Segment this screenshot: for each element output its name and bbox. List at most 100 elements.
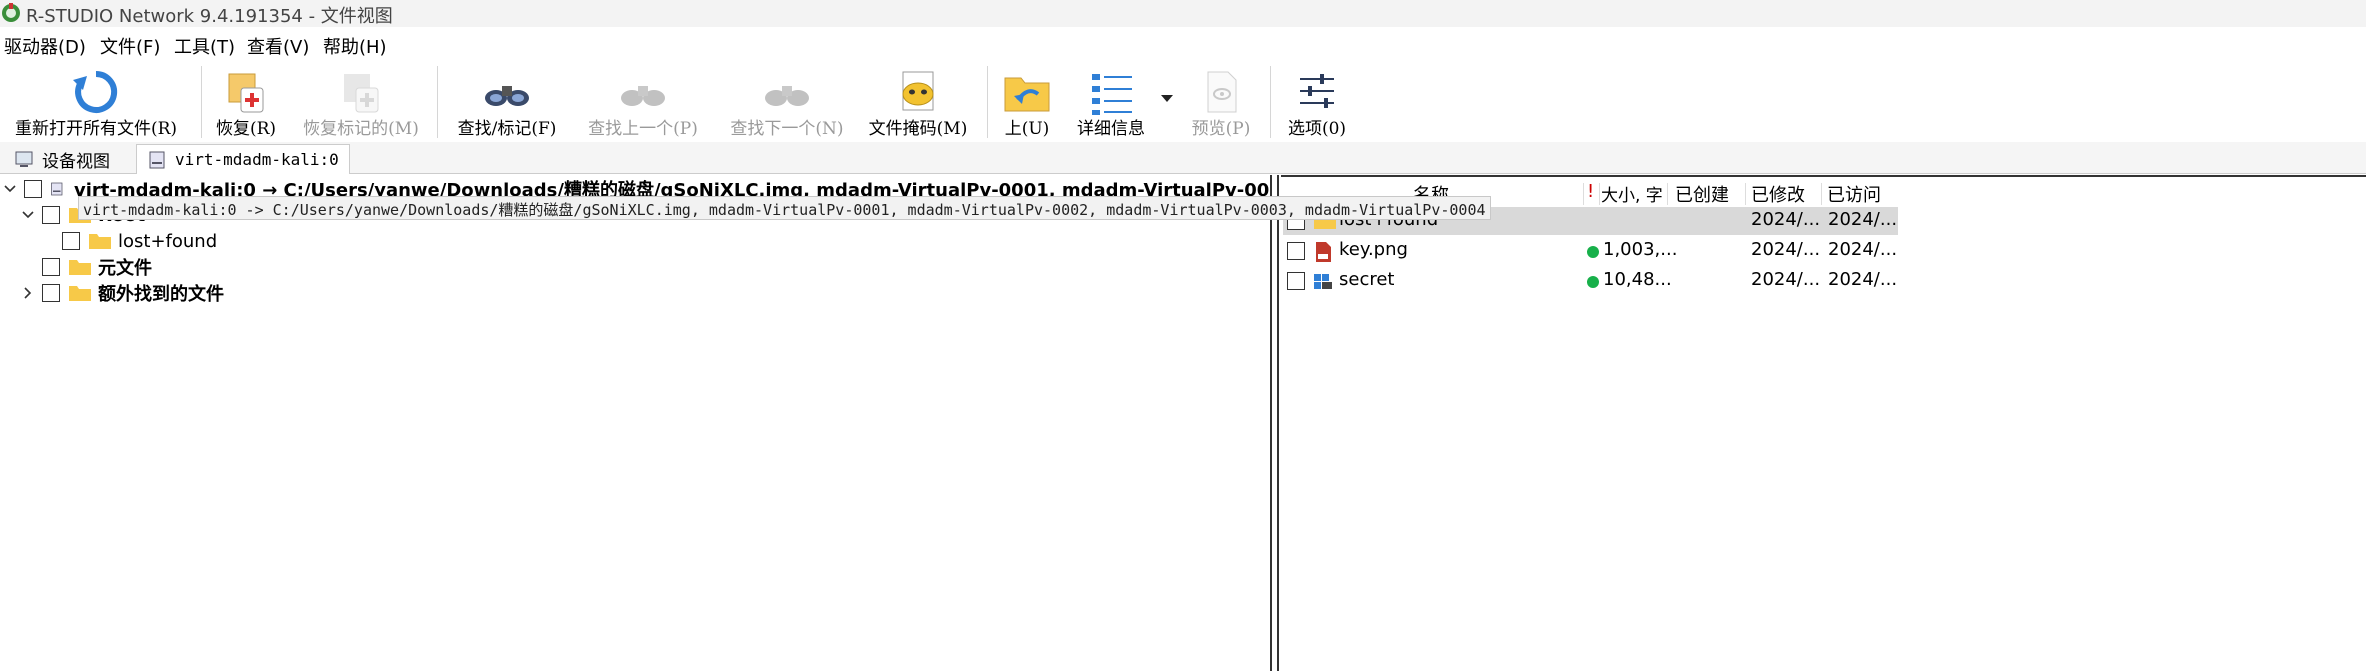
toolbar-separator [201, 66, 202, 138]
toolbar-separator [1270, 66, 1271, 138]
column-size[interactable]: 大小, 字节 [1601, 181, 1663, 207]
column-separator[interactable] [1745, 183, 1746, 205]
reopen-label: 重新打开所有文件(R) [14, 119, 178, 139]
toolbar-separator [437, 66, 438, 138]
file-accessed: 2024/... [1828, 239, 1898, 260]
tab-file-view-label: virt-mdadm-kali:0 [175, 150, 339, 169]
column-created[interactable]: 已创建 [1675, 181, 1729, 207]
find-previous-button[interactable]: 查找上一个(P) [576, 62, 710, 142]
file-name: secret [1339, 269, 1395, 290]
status-ok-icon [1587, 276, 1599, 288]
find-mark-label: 查找/标记(F) [457, 119, 557, 139]
table-row[interactable]: secret 10,48... 2024/... 2024/... [1283, 267, 1903, 295]
menu-tools[interactable]: 工具(T) [174, 33, 235, 59]
tree-extra-found-checkbox[interactable] [42, 284, 60, 302]
file-icon [1314, 274, 1332, 289]
details-icon [1092, 74, 1132, 115]
chevron-right-icon[interactable] [20, 285, 36, 301]
file-name: key.png [1339, 239, 1408, 260]
binoculars-icon [485, 86, 529, 106]
tree-lost-found-checkbox[interactable] [62, 232, 80, 250]
tree-node-lost-found[interactable]: lost+found [62, 228, 217, 254]
file-mask-label: 文件掩码(M) [868, 119, 968, 139]
details-button[interactable]: 详细信息 [1068, 62, 1154, 142]
up-button[interactable]: 上(U) [994, 62, 1060, 142]
find-previous-label: 查找上一个(P) [588, 119, 698, 139]
view-tabs: 设备视图 virt-mdadm-kali:0 [0, 142, 2366, 174]
recover-label: 恢复(R) [215, 119, 277, 139]
refresh-icon [73, 70, 118, 113]
path-tooltip: virt-mdadm-kali:0 -> C:/Users/yanwe/Down… [78, 196, 1491, 220]
app-icon [2, 3, 20, 22]
file-modified: 2024/... [1751, 239, 1821, 260]
menu-bar: 驱动器(D) 文件(F) 工具(T) 查看(V) 帮助(H) [0, 30, 2366, 60]
file-modified: 2024/... [1751, 269, 1821, 290]
disk-icon [149, 151, 165, 168]
file-size: 1,003,... [1603, 239, 1678, 260]
reopen-all-files-button[interactable]: 重新打开所有文件(R) [4, 62, 188, 142]
disk-icon [51, 182, 63, 196]
binoculars-icon [765, 86, 809, 106]
tree-metafiles-label: 元文件 [98, 258, 152, 279]
device-view-icon [15, 151, 33, 167]
recover-marked-button[interactable]: 恢复标记的(M) [296, 62, 426, 142]
column-modified[interactable]: 已修改 [1751, 181, 1805, 207]
toolbar-separator [987, 66, 988, 138]
folder-icon [69, 260, 91, 275]
preview-icon [1207, 71, 1237, 113]
file-mask-icon [902, 71, 934, 111]
preview-label: 预览(P) [1191, 119, 1251, 139]
up-label: 上(U) [1004, 119, 1050, 139]
options-icon [1300, 74, 1334, 108]
column-accessed[interactable]: 已访问 [1827, 181, 1881, 207]
file-size: 10,48... [1603, 269, 1672, 290]
preview-button[interactable]: 预览(P) [1180, 62, 1262, 142]
row-checkbox[interactable] [1287, 242, 1305, 260]
options-button[interactable]: 选项(0) [1276, 62, 1358, 142]
table-row[interactable]: key.png 1,003,... 2024/... 2024/... [1283, 237, 1903, 265]
file-accessed: 2024/... [1828, 269, 1898, 290]
menu-drives[interactable]: 驱动器(D) [4, 33, 86, 59]
tree-node-extra-found[interactable]: 额外找到的文件 [20, 280, 224, 306]
recover-marked-icon [344, 74, 379, 113]
binoculars-icon [621, 86, 665, 106]
file-mask-button[interactable]: 文件掩码(M) [864, 62, 972, 142]
folder-icon [89, 234, 111, 249]
chevron-down-icon[interactable] [2, 181, 18, 197]
row-checkbox[interactable] [1287, 272, 1305, 290]
column-separator[interactable] [1667, 183, 1668, 205]
tree-node-metafiles[interactable]: 元文件 [42, 254, 152, 280]
toolbar: 重新打开所有文件(R) 恢复(R) 恢复标记的(M) 查找/标记(F) 查找上一… [0, 62, 2366, 142]
find-mark-button[interactable]: 查找/标记(F) [448, 62, 566, 142]
tab-file-view[interactable]: virt-mdadm-kali:0 [136, 144, 350, 174]
file-modified: 2024/... [1751, 209, 1821, 230]
tab-device-view[interactable]: 设备视图 [4, 144, 130, 174]
column-separator[interactable] [1599, 183, 1600, 205]
folder-tree-panel: virt-mdadm-kali:0 → C:/Users/yanwe/Downl… [0, 175, 1272, 671]
chevron-down-icon[interactable] [20, 207, 36, 223]
details-label: 详细信息 [1077, 119, 1145, 139]
panel-splitter[interactable] [1272, 175, 1279, 671]
column-separator[interactable] [1821, 183, 1822, 205]
recover-icon [228, 73, 264, 113]
folder-icon [69, 286, 91, 301]
menu-help[interactable]: 帮助(H) [323, 33, 387, 59]
file-accessed: 2024/... [1828, 209, 1898, 230]
column-status[interactable]: ! [1587, 181, 1595, 207]
tree-metafiles-checkbox[interactable] [42, 258, 60, 276]
tree-lost-found-label: lost+found [118, 230, 218, 252]
tree-root-checkbox[interactable] [24, 180, 42, 198]
details-dropdown-arrow-icon[interactable] [1161, 95, 1173, 102]
tree-extra-found-label: 额外找到的文件 [98, 284, 224, 305]
tree-root-folder-checkbox[interactable] [42, 206, 60, 224]
png-file-icon [1316, 242, 1331, 262]
folder-up-icon [1004, 77, 1050, 112]
find-next-button[interactable]: 查找下一个(N) [720, 62, 854, 142]
column-separator[interactable] [1583, 183, 1584, 205]
recover-button[interactable]: 恢复(R) [206, 62, 286, 142]
file-list-panel: 名称 ! 大小, 字节 已创建 已修改 已访问 lost+found 2024/… [1281, 175, 2366, 671]
menu-view[interactable]: 查看(V) [247, 33, 309, 59]
options-label: 选项(0) [1287, 119, 1347, 139]
menu-file[interactable]: 文件(F) [100, 33, 160, 59]
window-title: R-STUDIO Network 9.4.191354 - 文件视图 [26, 6, 393, 27]
